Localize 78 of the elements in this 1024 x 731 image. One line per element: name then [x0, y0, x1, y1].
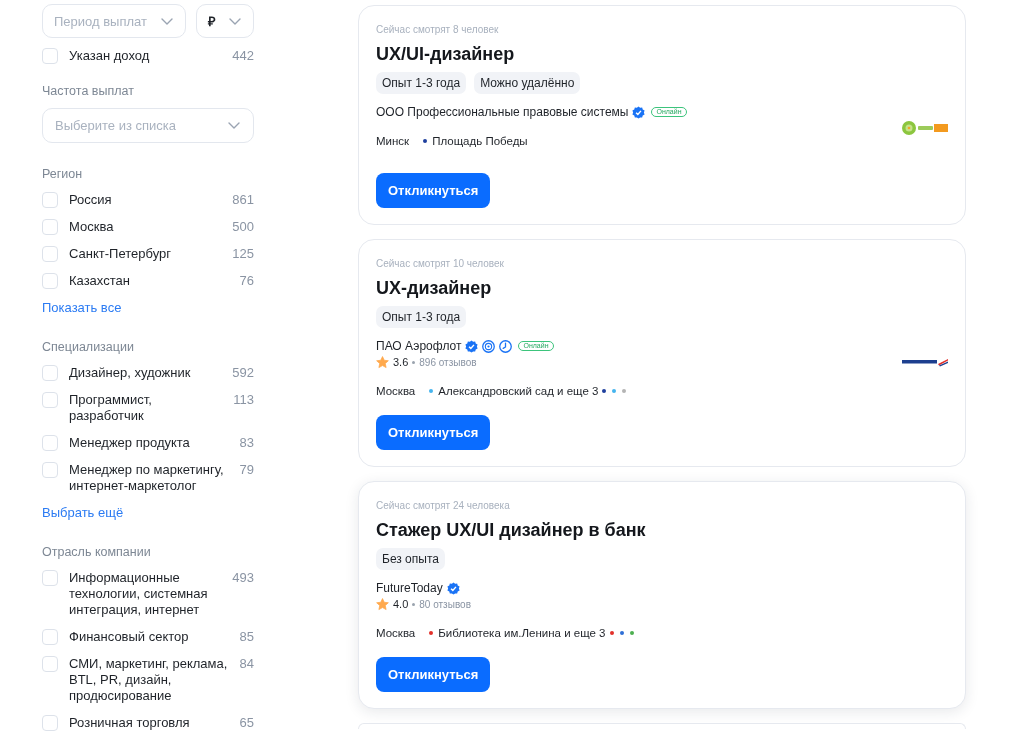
checkbox-label[interactable]: Менеджер по маркетингу, интернет-маркетолог — [69, 462, 228, 494]
checkbox-label[interactable]: Москва — [69, 219, 228, 235]
tag: Без опыта — [376, 548, 445, 570]
checkbox[interactable] — [42, 715, 58, 731]
checkbox[interactable] — [42, 656, 58, 672]
item-count: 442 — [231, 48, 254, 64]
rating-value: 3.6 — [393, 356, 409, 368]
vacancy-title[interactable]: Стажер UX/UI дизайнер в банк — [376, 518, 646, 542]
show-more-link[interactable]: Выбрать ещё — [42, 505, 124, 521]
checkbox[interactable] — [42, 246, 58, 262]
item-count: 500 — [231, 219, 254, 235]
clock-icon — [499, 339, 513, 353]
chevron-down-icon — [229, 17, 241, 25]
tag: Опыт 1-3 года — [376, 306, 467, 328]
section-title: Регион — [42, 167, 84, 181]
company-logo — [902, 121, 948, 135]
vacancy-title[interactable]: UX-дизайнер — [376, 276, 492, 300]
item-count: 83 — [238, 435, 254, 451]
section-title: Специализации — [42, 340, 135, 354]
company-name[interactable]: ПАО Аэрофлот — [376, 339, 462, 353]
tag: Можно удалённо — [474, 72, 581, 94]
checkbox-label[interactable]: СМИ, маркетинг, реклама, BTL, PR, дизайн, продюсирование — [69, 656, 228, 704]
item-count: 592 — [231, 365, 254, 381]
item-count: 65 — [238, 715, 254, 731]
star-icon — [376, 355, 389, 369]
item-count: 84 — [238, 656, 254, 672]
checkbox[interactable] — [42, 392, 58, 408]
viewers-count: Сейчас смотрят 24 человека — [376, 499, 510, 513]
city: Минск — [376, 135, 410, 147]
checkbox-label[interactable]: Россия — [69, 192, 228, 208]
checkbox[interactable] — [42, 462, 58, 478]
checkbox-label[interactable]: Санкт-Петербург — [69, 246, 228, 262]
viewers-count: Сейчас смотрят 8 человек — [376, 23, 499, 37]
tag: Опыт 1-3 года — [376, 72, 467, 94]
ring-icon — [482, 339, 496, 353]
city: Москва — [376, 627, 416, 639]
checkbox-label[interactable]: Дизайнер, художник — [69, 365, 228, 381]
company-name[interactable]: FutureToday — [376, 581, 443, 595]
checkbox[interactable] — [42, 192, 58, 208]
item-count: 76 — [238, 273, 254, 289]
item-count: 493 — [231, 570, 254, 586]
star-icon — [376, 597, 389, 611]
company-name[interactable]: ООО Профессиональные правовые системы — [376, 105, 629, 119]
rating-value: 4.0 — [393, 598, 409, 610]
respond-button[interactable]: Откликнуться — [376, 173, 491, 208]
currency-select[interactable]: ₽ — [196, 4, 254, 38]
respond-button[interactable]: Откликнуться — [376, 415, 491, 450]
checkbox[interactable] — [42, 629, 58, 645]
item-count: 125 — [231, 246, 254, 262]
checkbox-label[interactable]: Менеджер продукта — [69, 435, 228, 451]
vacancy-title[interactable]: UX/UI-дизайнер — [376, 42, 515, 66]
checkbox-label[interactable]: Финансовый сектор — [69, 629, 228, 645]
checkbox[interactable] — [42, 435, 58, 451]
section-title: Частота выплат — [42, 84, 135, 98]
checkbox-label[interactable]: Информационные технологии, системная интеграция, интернет — [69, 570, 228, 618]
show-more-link[interactable]: Показать все — [42, 300, 122, 316]
metro-station: Александровский сад и еще 3 — [438, 385, 599, 397]
checkbox[interactable] — [42, 219, 58, 235]
item-count: 861 — [231, 192, 254, 208]
chevron-down-icon — [228, 122, 240, 129]
checkbox-label[interactable]: Розничная торговля — [69, 715, 228, 731]
viewers-count: Сейчас смотрят 10 человек — [376, 257, 504, 271]
metro-station: Площадь Победы — [432, 135, 528, 147]
respond-button[interactable]: Откликнуться — [376, 657, 491, 692]
item-count: 85 — [238, 629, 254, 645]
city: Москва — [376, 385, 416, 397]
checkbox[interactable] — [42, 570, 58, 586]
checkbox[interactable] — [42, 273, 58, 289]
section-title: Отрасль компании — [42, 545, 152, 559]
item-count: 113 — [232, 392, 254, 408]
metro-station: Библиотека им.Ленина и еще 3 — [438, 627, 606, 639]
checkbox[interactable] — [42, 365, 58, 381]
item-count: 79 — [238, 462, 254, 478]
checkbox-label[interactable]: Программист, разработчик — [69, 392, 228, 424]
chevron-down-icon — [161, 17, 174, 25]
checkbox[interactable] — [42, 48, 58, 64]
checkbox-label[interactable]: Казахстан — [69, 273, 228, 289]
checkbox-label[interactable]: Указан доход — [69, 48, 228, 64]
